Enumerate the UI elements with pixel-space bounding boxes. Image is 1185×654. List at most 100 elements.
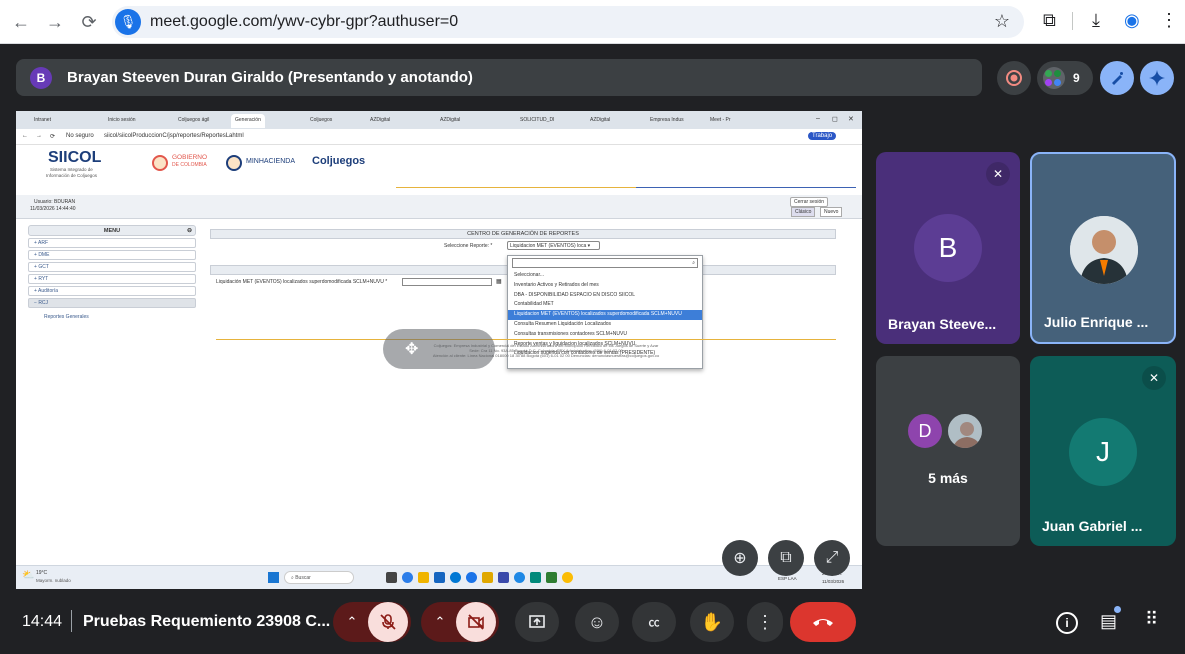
menu-item-auditoria[interactable]: + Auditoría (28, 286, 196, 296)
not-secure-label[interactable]: No seguro (66, 133, 94, 139)
edge-icon[interactable] (402, 572, 413, 583)
download-icon[interactable]: ⤓ (1092, 10, 1100, 31)
dropdown-search[interactable]: ⌕ (512, 258, 698, 268)
inner-reload-icon[interactable]: ⟳ (50, 133, 55, 140)
profile-chip[interactable]: Trabajo (808, 132, 837, 140)
search-icon: ⌕ (692, 260, 695, 266)
app-icon[interactable] (514, 572, 525, 583)
calendar-icon[interactable]: ▦ (496, 278, 502, 285)
others-tile[interactable]: D 5 más (876, 356, 1020, 546)
participants-button[interactable]: 9 (1037, 61, 1093, 95)
windows-start-icon[interactable] (268, 572, 279, 583)
teams-icon[interactable] (498, 572, 509, 583)
site-info-icon[interactable]: 🎙 (115, 9, 141, 35)
pop-out-icon[interactable]: ⧉ (768, 540, 804, 576)
reload-icon[interactable]: ⟳ (74, 7, 104, 37)
extensions-icon[interactable]: ⧉ (1043, 10, 1056, 31)
captions-icon[interactable]: ㏄ (632, 602, 676, 642)
header-stripe (396, 187, 636, 188)
outlook-icon[interactable] (434, 572, 445, 583)
inner-tab[interactable]: Intranet (30, 114, 55, 128)
annotate-pen-icon[interactable] (1100, 61, 1134, 95)
close-icon[interactable]: ✕ (848, 115, 854, 123)
field-input[interactable] (402, 278, 492, 286)
menu-item-gct[interactable]: + GCT (28, 262, 196, 272)
logout-button[interactable]: Cerrar sesión (790, 197, 829, 207)
app-icon[interactable] (466, 572, 477, 583)
app-icon[interactable] (482, 572, 493, 583)
dropdown-option[interactable]: Consulta Resumen Liquidación Localizados (508, 320, 702, 330)
raise-hand-icon[interactable]: ✋ (690, 602, 734, 642)
theme-new-button[interactable]: Nuevo (820, 207, 843, 217)
info-icon[interactable]: i (1056, 612, 1078, 634)
participant-tile[interactable]: ✕ B Brayan Steeve... (876, 152, 1020, 344)
taskbar-search[interactable]: ⌕ Buscar (284, 571, 354, 584)
inner-tab[interactable]: Coljuegos (306, 114, 336, 128)
inner-forward-icon[interactable]: → (36, 133, 42, 139)
forward-arrow-icon[interactable]: → (40, 7, 70, 37)
mic-off-icon[interactable] (368, 602, 408, 642)
camera-options-chevron-icon[interactable]: ⌃ (424, 614, 456, 630)
minimize-icon[interactable]: – (816, 115, 820, 122)
inner-tab[interactable]: Coljuegos ágil (174, 114, 213, 128)
more-options-icon[interactable]: ⋮ (747, 602, 783, 642)
menu-item-rcj[interactable]: − RCJ (28, 298, 196, 308)
recording-icon[interactable] (997, 61, 1031, 95)
menu-item-arf[interactable]: + ARF (28, 238, 196, 248)
meeting-name: Pruebas Requemiento 23908 C... (83, 613, 331, 630)
participant-tile[interactable]: Julio Enrique ... (1030, 152, 1176, 344)
profile-icon[interactable]: ◉ (1124, 10, 1140, 31)
menu-sub-reportes[interactable]: Reportes Generales (44, 314, 196, 320)
menu-item-dme[interactable]: + DME (28, 250, 196, 260)
gemini-icon[interactable] (1140, 61, 1174, 95)
dropdown-option[interactable]: Seleccionar... (508, 271, 702, 281)
report-select[interactable]: Liquidacion MET (EVENTOS) loca ▾ (507, 241, 600, 250)
participant-tile[interactable]: ✕ J Juan Gabriel ... (1030, 356, 1176, 546)
dropdown-option[interactable]: DBA - DISPONIBILIDAD ESPACIO EN DISCO SI… (508, 291, 702, 301)
cursor-pointer-icon: ✥ (405, 341, 419, 358)
emoji-icon[interactable]: ☺ (575, 602, 619, 642)
bookmark-star-icon[interactable]: ☆ (994, 11, 1010, 32)
inner-tab[interactable]: SOLICITUD_DI (516, 114, 558, 128)
back-arrow-icon[interactable]: ← (6, 7, 36, 37)
chat-icon[interactable]: ▤ (1100, 611, 1117, 632)
menu-title: MENU (103, 228, 121, 234)
zoom-in-icon[interactable]: ⊕ (722, 540, 758, 576)
collapse-icon[interactable]: ⊖ (187, 226, 192, 236)
chrome-icon[interactable] (562, 572, 573, 583)
browser-menu-icon[interactable]: ⋮ (1160, 10, 1178, 31)
inner-tab[interactable]: AZDigital (586, 114, 614, 128)
address-bar[interactable]: 🎙 meet.google.com/ywv-cybr-gpr?authuser=… (112, 6, 1024, 38)
dropdown-option[interactable]: Inventario Activos y Retirados del mes (508, 281, 702, 291)
user-bar: Usuario: BDURAN 11/03/2026 14:44:40 Cerr… (16, 195, 862, 219)
inner-back-icon[interactable]: ← (22, 133, 28, 139)
camera-off-icon[interactable] (456, 602, 496, 642)
mic-options-chevron-icon[interactable]: ⌃ (336, 614, 368, 630)
inner-tab-active[interactable]: Generación (231, 114, 265, 128)
present-icon[interactable] (515, 602, 559, 642)
dropdown-option[interactable]: Liquidacion MET (EVENTOS) localizados su… (508, 310, 702, 320)
inner-tab[interactable]: Inicio sesión (104, 114, 140, 128)
inner-tab[interactable]: AZDigital (366, 114, 394, 128)
maximize-icon[interactable]: ◻ (832, 115, 838, 123)
presenter-overlay: ✥ (383, 329, 495, 369)
menu-item-ryt[interactable]: + RYT (28, 274, 196, 284)
participants-avatars-icon (1043, 67, 1065, 89)
app-icon[interactable] (530, 572, 541, 583)
task-view-icon[interactable] (386, 572, 397, 583)
inner-url[interactable]: siicol/siicolProduccionC/jsp/reportes/Re… (104, 133, 244, 139)
participant-photo (946, 412, 984, 450)
excel-icon[interactable] (546, 572, 557, 583)
mic-muted-icon: ✕ (986, 162, 1010, 186)
fullscreen-icon[interactable]: ⤢ (814, 540, 850, 576)
inner-tab[interactable]: Empresa Indus (646, 114, 688, 128)
inner-tab[interactable]: AZDigital (436, 114, 464, 128)
inner-tab[interactable]: Meet - Pr (706, 114, 735, 128)
activities-icon[interactable]: ⠿ (1145, 609, 1158, 630)
theme-classic-button[interactable]: Clásico (791, 207, 816, 217)
menu-item-label: RYT (38, 276, 49, 282)
hangup-icon[interactable] (790, 602, 856, 642)
app-icon[interactable] (450, 572, 461, 583)
dropdown-option[interactable]: Contabilidad MET (508, 300, 702, 310)
file-explorer-icon[interactable] (418, 572, 429, 583)
